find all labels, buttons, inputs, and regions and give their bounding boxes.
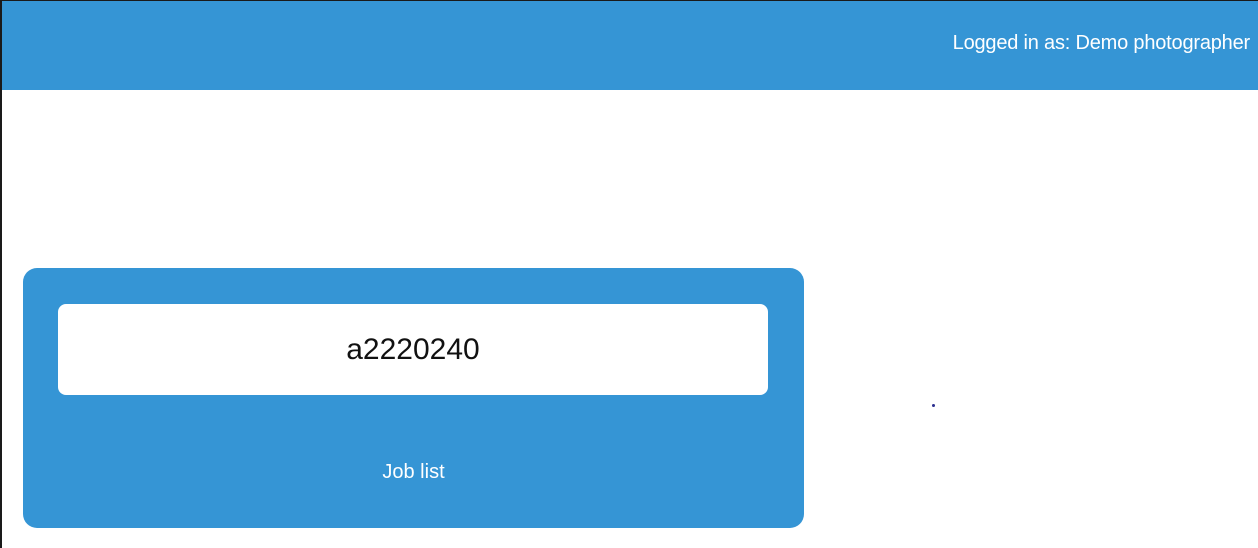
job-list-link[interactable]: Job list [23,461,804,484]
app-window: Logged in as: Demo photographer Job list [0,0,1258,548]
job-card: Job list [23,268,804,528]
job-number-input[interactable] [58,304,768,395]
top-bar: Logged in as: Demo photographer [2,1,1258,90]
logged-in-status: Logged in as: Demo photographer [952,32,1251,54]
decorative-dot [932,404,935,407]
